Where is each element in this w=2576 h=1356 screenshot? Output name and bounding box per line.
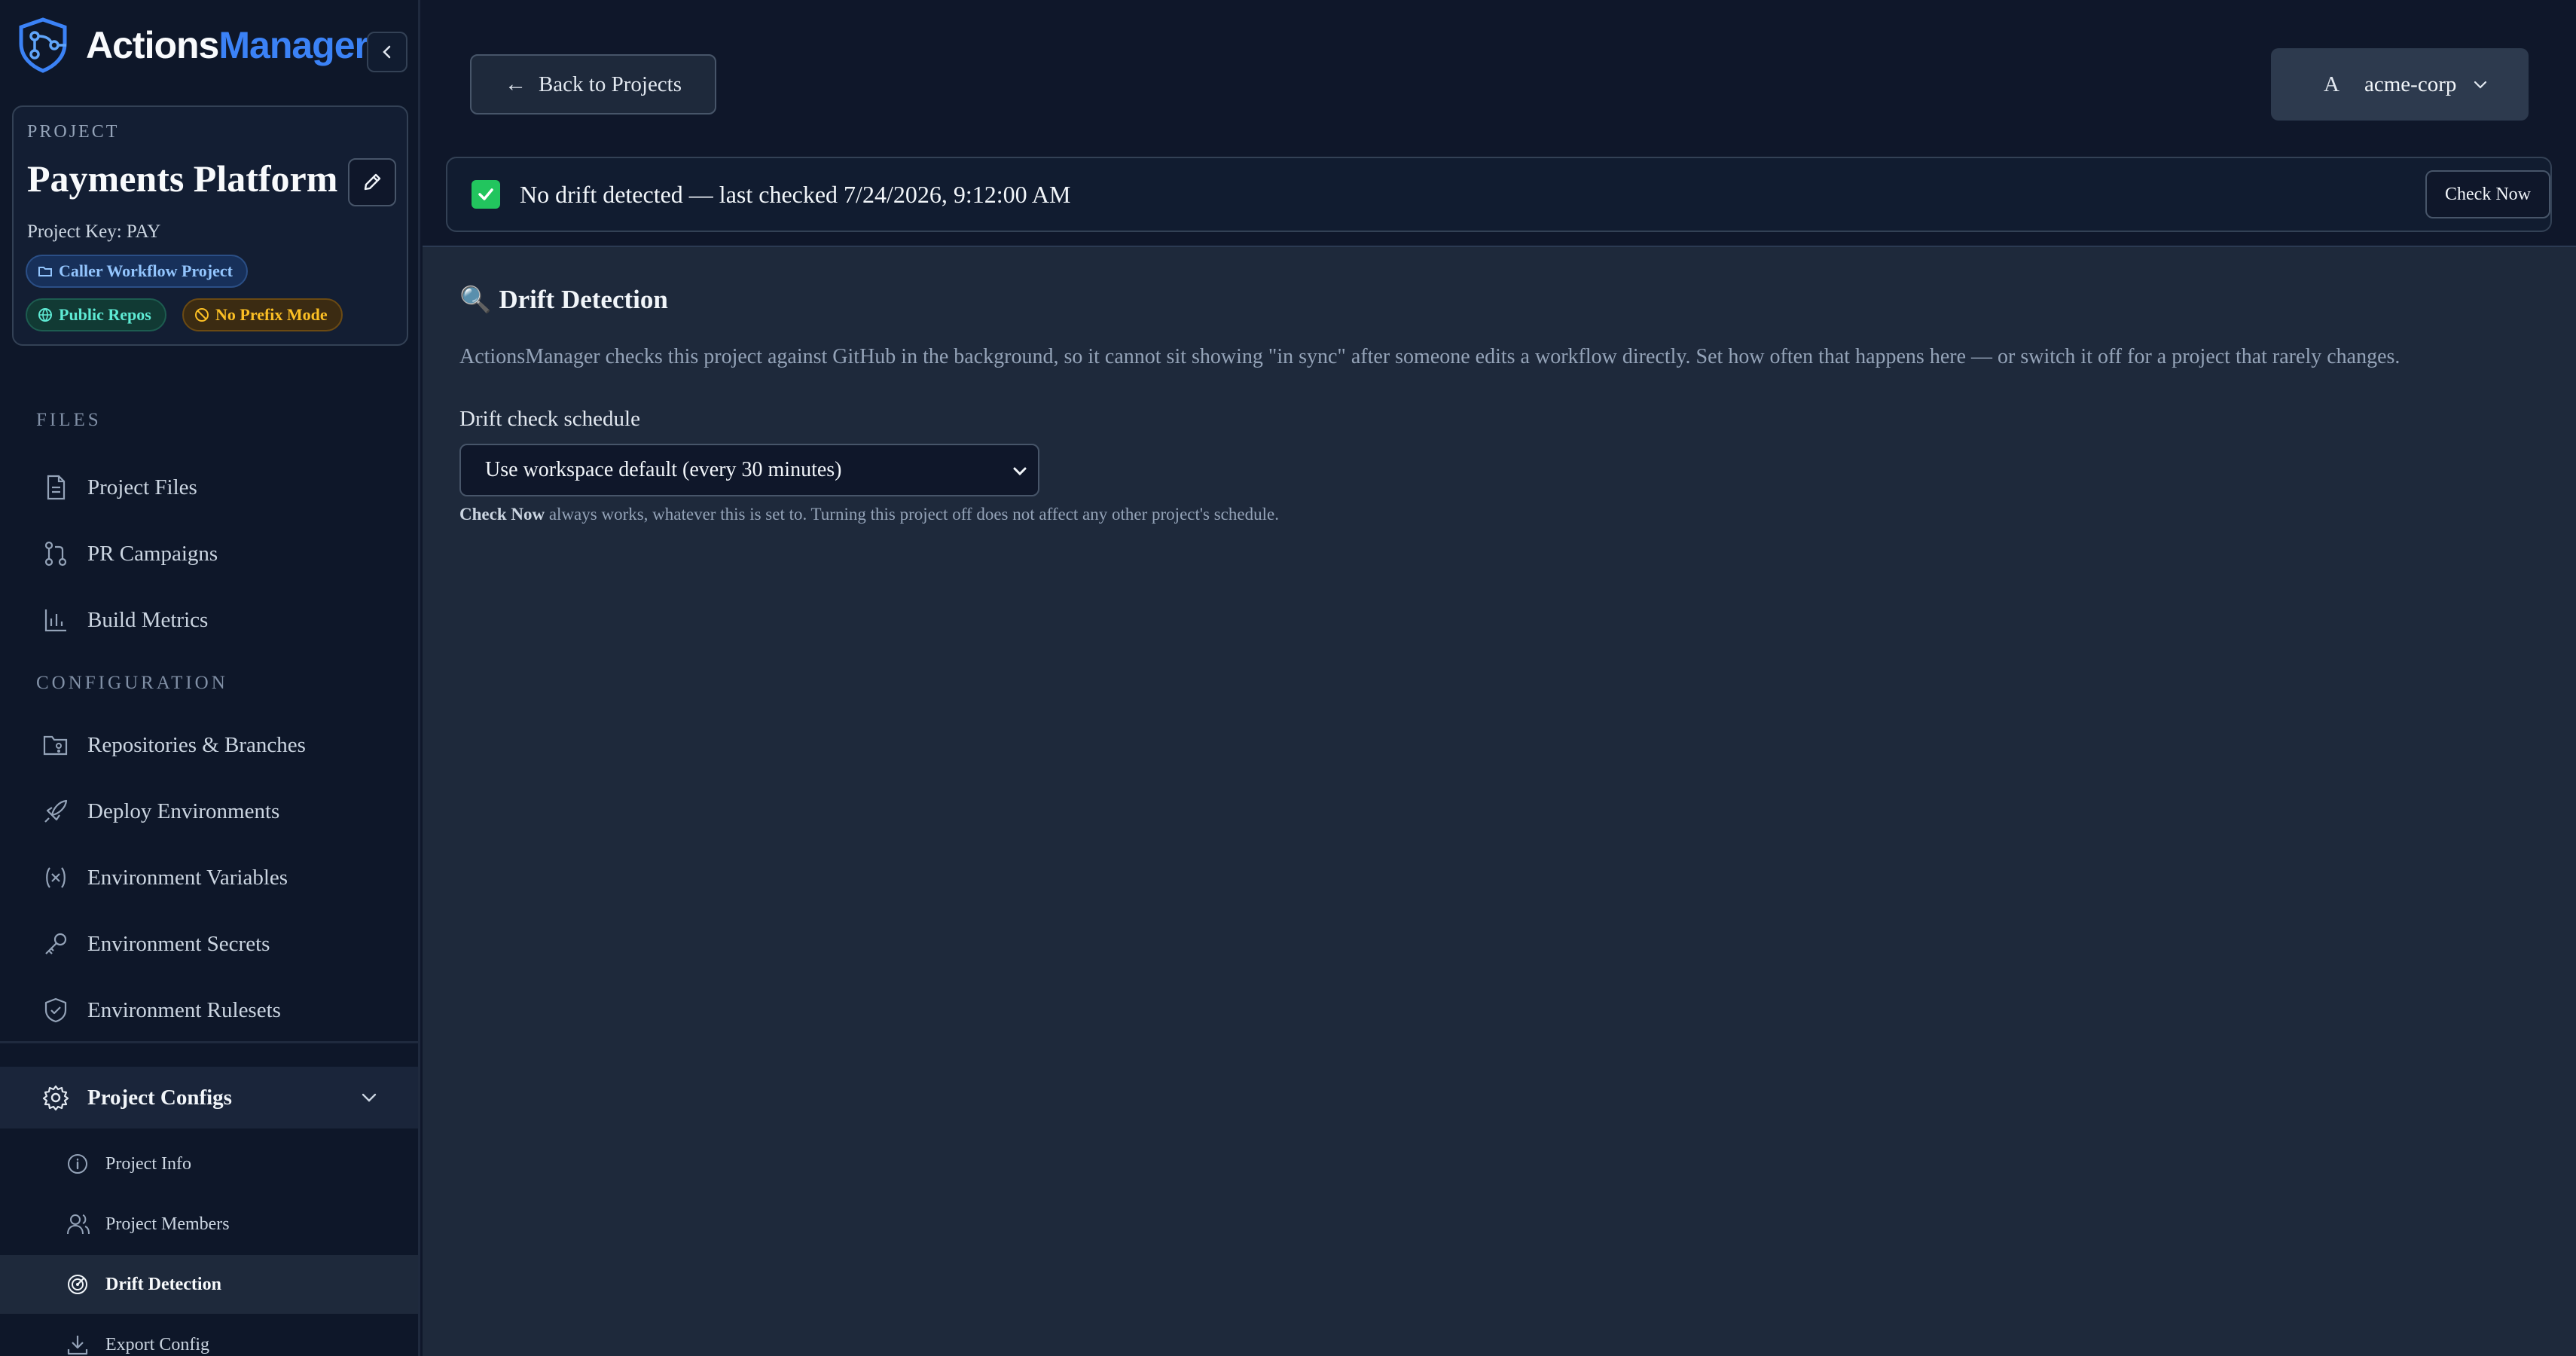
back-button-label: Back to Projects xyxy=(538,72,682,96)
sub-item-label: Project Members xyxy=(105,1214,230,1234)
org-switcher-button[interactable]: A acme-corp xyxy=(2271,48,2529,121)
nav-item-build-metrics[interactable]: Build Metrics xyxy=(0,590,418,650)
brand[interactable]: ActionsManager xyxy=(17,17,369,74)
nav-item-project-files[interactable]: Project Files xyxy=(0,457,418,518)
chevron-down-icon xyxy=(1013,467,1027,476)
no-prefix-badge: No Prefix Mode xyxy=(182,298,343,331)
folder-icon xyxy=(38,267,52,276)
caller-workflow-badge: Caller Workflow Project xyxy=(26,255,248,288)
info-icon xyxy=(66,1152,90,1176)
radar-icon xyxy=(66,1272,90,1296)
ban-icon xyxy=(195,308,209,322)
chevron-down-icon xyxy=(362,1093,377,1102)
nav-label: Environment Variables xyxy=(87,865,288,890)
configuration-section-label: CONFIGURATION xyxy=(36,673,228,693)
check-circle-icon xyxy=(472,180,500,209)
nav-label: Build Metrics xyxy=(87,607,209,632)
sidebar: ActionsManager PROJECT Payments Platform… xyxy=(0,0,420,1356)
back-to-projects-button[interactable]: ← Back to Projects xyxy=(470,54,716,115)
users-icon xyxy=(66,1212,90,1236)
nav-item-environment-secrets[interactable]: Environment Secrets xyxy=(0,914,418,974)
sub-item-label: Drift Detection xyxy=(105,1274,221,1294)
drift-status-text: No drift detected — last checked 7/24/20… xyxy=(520,180,1071,208)
sub-item-export-config[interactable]: Export Config xyxy=(0,1315,418,1356)
app-window: ActionsManager PROJECT Payments Platform… xyxy=(0,0,2576,1356)
shield-logo-icon xyxy=(19,17,67,73)
globe-icon xyxy=(38,308,52,322)
chevron-left-icon xyxy=(383,45,391,59)
nav-label: Project Files xyxy=(87,475,197,499)
collapse-sidebar-button[interactable] xyxy=(367,32,407,72)
help-text: Check Now always works, whatever this is… xyxy=(459,505,1279,524)
nav-group-label: Project Configs xyxy=(87,1085,232,1110)
pencil-icon xyxy=(364,173,381,191)
check-now-button[interactable]: Check Now xyxy=(2425,170,2550,218)
rocket-icon xyxy=(42,798,69,825)
project-section-label: PROJECT xyxy=(27,122,120,142)
drift-status-banner: No drift detected — last checked 7/24/20… xyxy=(446,157,2552,232)
panel-title-text: Drift Detection xyxy=(499,285,668,314)
project-key: Project Key: PAY xyxy=(27,221,161,242)
magnifier-icon: 🔍 xyxy=(459,286,492,314)
panel-description: ActionsManager checks this project again… xyxy=(459,345,2401,368)
sub-item-label: Project Info xyxy=(105,1153,191,1174)
brand-name-part1: Actions xyxy=(86,24,219,66)
gear-icon xyxy=(42,1083,71,1112)
sub-item-label: Export Config xyxy=(105,1334,209,1354)
panel-title: 🔍 Drift Detection xyxy=(459,285,668,315)
sub-item-project-info[interactable]: Project Info xyxy=(0,1135,418,1193)
brand-name-part2: Manager xyxy=(218,24,369,66)
help-text-rest: always works, whatever this is set to. T… xyxy=(545,505,1279,524)
no-prefix-label: No Prefix Mode xyxy=(215,305,328,324)
org-avatar: A xyxy=(2324,72,2339,96)
bar-chart-icon xyxy=(42,606,69,634)
key-icon xyxy=(42,930,69,957)
nav-item-environment-variables[interactable]: Environment Variables xyxy=(0,848,418,908)
variable-icon xyxy=(42,864,69,891)
git-pull-request-icon xyxy=(42,540,69,567)
main-content: ← Back to Projects A acme-corp No drift … xyxy=(423,0,2576,1356)
nav-label: Environment Rulesets xyxy=(87,997,281,1022)
public-repos-label: Public Repos xyxy=(59,305,151,324)
nav-item-repositories-branches[interactable]: Repositories & Branches xyxy=(0,715,418,775)
edit-project-button[interactable] xyxy=(348,158,396,206)
help-text-bold: Check Now xyxy=(459,505,545,524)
nav-label: PR Campaigns xyxy=(87,541,218,566)
drift-schedule-label: Drift check schedule xyxy=(459,407,640,431)
drift-detection-panel: 🔍 Drift Detection ActionsManager checks … xyxy=(423,246,2576,1356)
nav-label: Repositories & Branches xyxy=(87,732,306,757)
folder-git-icon xyxy=(42,731,69,759)
shield-check-icon xyxy=(42,997,69,1024)
public-repos-badge: Public Repos xyxy=(26,298,166,331)
select-value: Use workspace default (every 30 minutes) xyxy=(485,458,842,481)
project-card: PROJECT Payments Platform Project Key: P… xyxy=(12,105,408,346)
file-icon xyxy=(42,474,69,501)
nav-group-project-configs[interactable]: Project Configs xyxy=(0,1067,418,1128)
brand-name: ActionsManager xyxy=(86,23,369,67)
sub-item-drift-detection[interactable]: Drift Detection xyxy=(0,1255,418,1314)
drift-schedule-select[interactable]: Use workspace default (every 30 minutes) xyxy=(459,444,1039,496)
sub-item-project-members[interactable]: Project Members xyxy=(0,1195,418,1254)
nav-item-pr-campaigns[interactable]: PR Campaigns xyxy=(0,524,418,584)
org-name: acme-corp xyxy=(2364,72,2457,96)
caller-workflow-label: Caller Workflow Project xyxy=(59,261,233,280)
chevron-down-icon xyxy=(2471,75,2489,93)
files-section-label: FILES xyxy=(36,410,102,430)
nav-label: Deploy Environments xyxy=(87,799,280,823)
arrow-left-icon: ← xyxy=(504,72,526,96)
project-name: Payments Platform xyxy=(27,157,338,200)
sidebar-divider xyxy=(0,1041,418,1043)
nav-item-environment-rulesets[interactable]: Environment Rulesets xyxy=(0,980,418,1040)
nav-label: Environment Secrets xyxy=(87,931,270,956)
download-icon xyxy=(66,1333,90,1356)
nav-item-deploy-environments[interactable]: Deploy Environments xyxy=(0,781,418,841)
